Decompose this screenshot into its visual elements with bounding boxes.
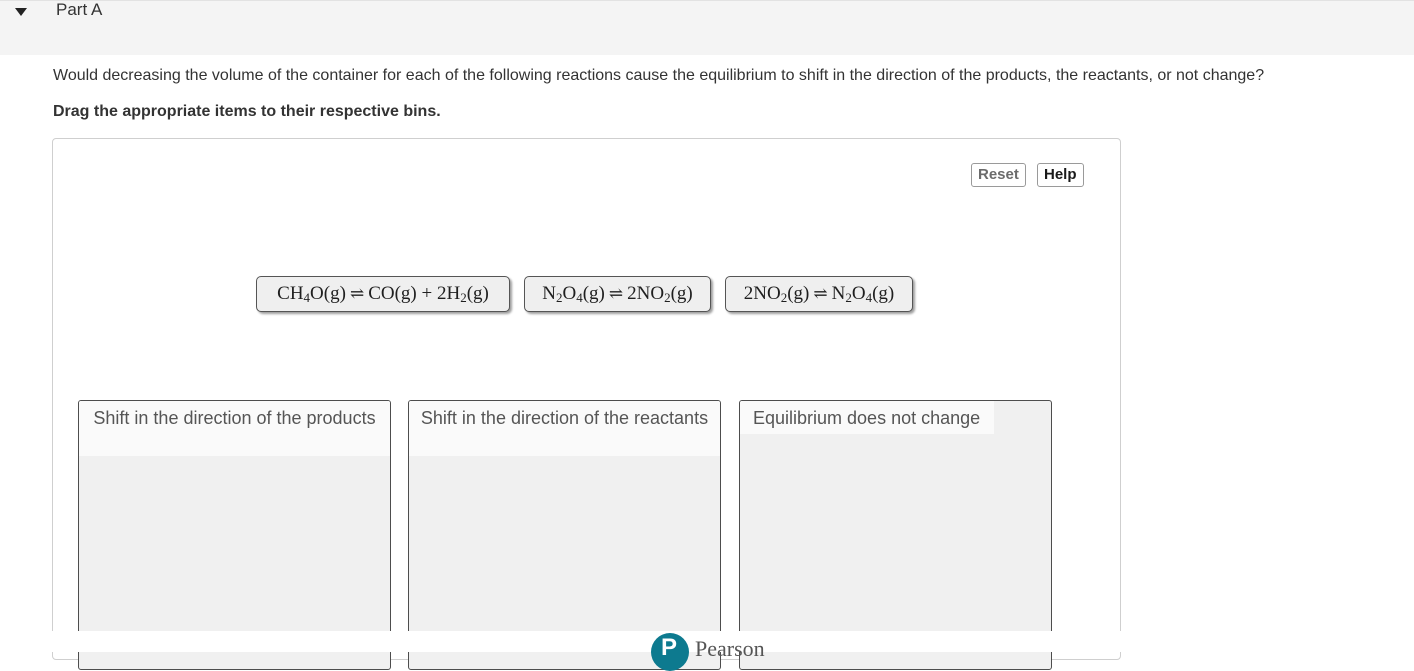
brand-name: Pearson	[695, 636, 765, 661]
token-label: 2NO2(g) ⇌ N2O4(g)	[743, 283, 895, 305]
bin-no-change[interactable]: Equilibrium does not change	[739, 400, 1052, 670]
drag-drop-workspace: Reset Help CH4O(g) ⇌ CO(g) + 2H2(g) N2O4(g…	[52, 138, 1121, 670]
token-label: N2O4(g) ⇌ 2NO2(g)	[542, 283, 693, 305]
pearson-logo-icon: P	[651, 633, 689, 671]
instruction-text: Drag the appropriate items to their resp…	[53, 103, 441, 120]
reaction-token-n2o4-decomposition[interactable]: N2O4(g) ⇌ 2NO2(g)	[524, 276, 711, 312]
bin-label: Shift in the direction of the products	[79, 401, 390, 456]
token-label: CH4O(g) ⇌ CO(g) + 2H2(g)	[277, 283, 489, 305]
logo-letter: P	[661, 634, 678, 661]
reset-button[interactable]: Reset	[971, 163, 1026, 187]
collapse-triangle-icon[interactable]	[14, 6, 28, 18]
bin-reactants[interactable]: Shift in the direction of the reactants	[408, 400, 721, 670]
reaction-token-no2-dimerization[interactable]: 2NO2(g) ⇌ N2O4(g)	[725, 276, 913, 312]
bin-products[interactable]: Shift in the direction of the products	[78, 400, 391, 670]
bin-label: Shift in the direction of the reactants	[409, 401, 720, 456]
bin-label: Equilibrium does not change	[740, 401, 995, 434]
part-header: Part A	[0, 0, 1414, 55]
part-title: Part A	[56, 0, 103, 19]
question-text: Would decreasing the volume of the conta…	[53, 67, 1265, 84]
help-button[interactable]: Help	[1037, 163, 1084, 187]
reaction-token-ch4o[interactable]: CH4O(g) ⇌ CO(g) + 2H2(g)	[256, 276, 510, 312]
